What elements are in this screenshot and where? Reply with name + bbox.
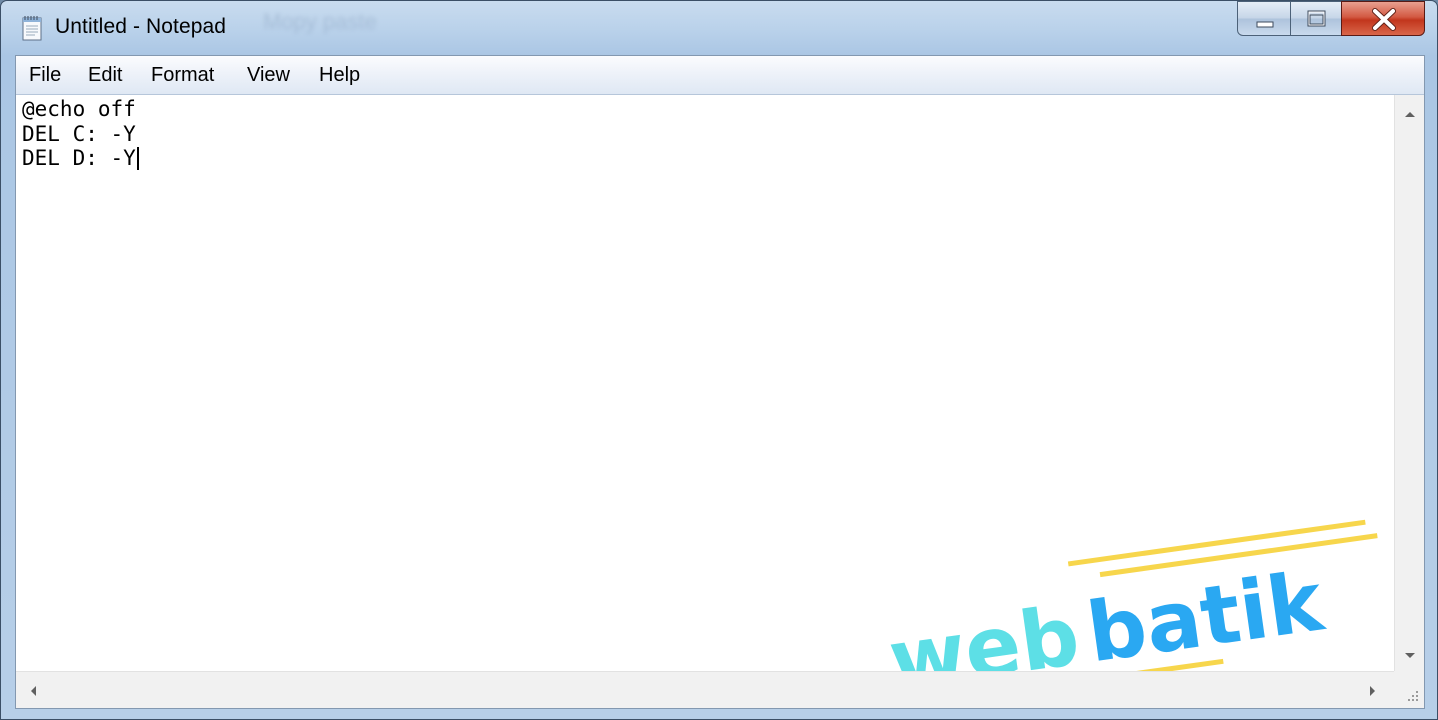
window-title: Untitled - Notepad	[55, 15, 227, 38]
menu-file[interactable]: File	[29, 64, 61, 87]
title-bar[interactable]: Mopy paste Untitled - Notepad	[1, 1, 1437, 55]
notepad-icon[interactable]	[21, 15, 43, 41]
logo-text-web: web	[884, 589, 1085, 671]
menu-view[interactable]: View	[247, 64, 290, 87]
menu-help[interactable]: Help	[319, 64, 360, 87]
maximize-icon	[1307, 10, 1326, 27]
close-button[interactable]	[1341, 1, 1425, 36]
menu-bar: File Edit Format View Help	[16, 56, 1424, 95]
menu-edit[interactable]: Edit	[88, 64, 122, 87]
scroll-up-icon[interactable]	[1403, 109, 1417, 119]
webbatik-logo: web batik	[884, 519, 1378, 671]
text-editor[interactable]: @echo off DEL C: -Y DEL D: -Y web batik	[16, 95, 1394, 671]
resize-grip-icon	[1408, 691, 1418, 701]
size-grip[interactable]	[1394, 671, 1424, 708]
horizontal-scrollbar[interactable]	[16, 671, 1394, 708]
scroll-down-icon[interactable]	[1403, 651, 1417, 661]
minimize-icon	[1256, 21, 1274, 28]
close-icon	[1372, 8, 1396, 31]
background-window-title: Mopy paste	[263, 9, 377, 34]
scroll-right-icon[interactable]	[1368, 684, 1378, 698]
scroll-left-icon[interactable]	[28, 684, 38, 698]
notepad-window: Mopy paste Untitled - Notepad File Edit …	[0, 0, 1438, 720]
editor-line: @echo off	[22, 97, 136, 121]
editor-line: DEL C: -Y	[22, 121, 136, 146]
vertical-scrollbar[interactable]	[1394, 95, 1424, 671]
menu-format[interactable]: Format	[151, 64, 214, 87]
minimize-button[interactable]	[1237, 1, 1291, 36]
editor-content: @echo off DEL C: -Y DEL D: -Y	[22, 97, 136, 171]
text-caret	[136, 147, 139, 170]
editor-line: DEL D: -Y	[22, 146, 136, 170]
client-area: File Edit Format View Help @echo off DEL …	[15, 55, 1425, 709]
maximize-button[interactable]	[1290, 1, 1342, 36]
